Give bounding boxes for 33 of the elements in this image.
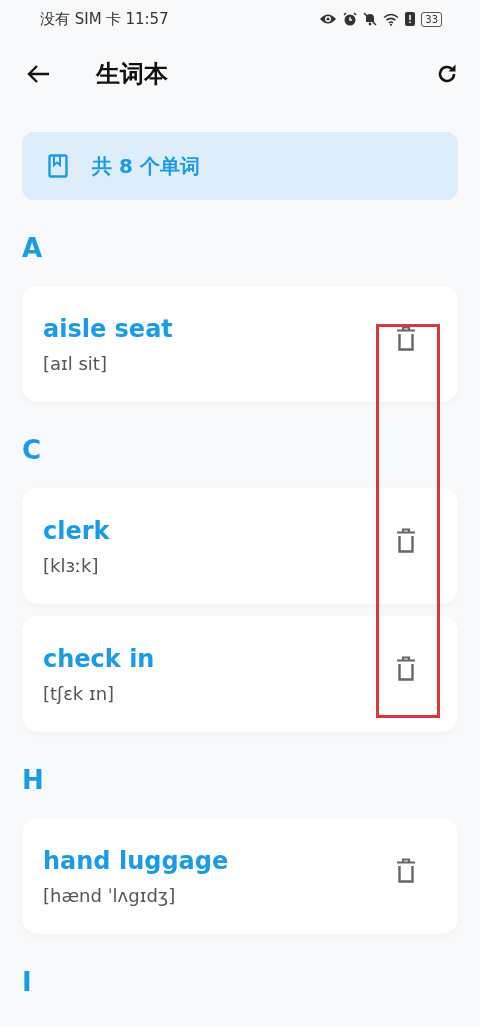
page-title: 生词本	[96, 59, 168, 90]
clock-time: 11:57	[125, 10, 169, 28]
word-text: clerk	[43, 516, 110, 545]
carrier-text: 没有 SIM 卡	[40, 9, 122, 29]
word-text: aisle seat	[43, 314, 173, 343]
word-card[interactable]: aisle seat [aɪl sit]	[22, 286, 458, 402]
back-arrow-icon[interactable]	[26, 64, 50, 84]
book-icon	[48, 154, 68, 178]
alert-icon	[405, 12, 416, 26]
section-letter: C	[22, 434, 43, 467]
phonetic-text: [hænd ˈlʌgɪdʒ]	[43, 884, 177, 906]
word-count-text: 共 8 个单词	[92, 152, 200, 180]
alarm-icon	[343, 12, 358, 26]
word-text: hand luggage	[43, 846, 229, 875]
word-card[interactable]: clerk [klɜːk]	[22, 488, 458, 604]
bell-off-icon	[363, 12, 378, 26]
battery-level-text: 33	[421, 11, 442, 27]
refresh-icon[interactable]	[436, 63, 458, 85]
wifi-icon	[383, 12, 400, 26]
word-card[interactable]: check in [tʃɛk ɪn]	[22, 616, 458, 732]
delete-icon[interactable]	[396, 656, 416, 682]
delete-icon[interactable]	[396, 326, 416, 352]
section-letter: H	[22, 764, 45, 797]
phonetic-text: [klɜːk]	[43, 554, 100, 576]
word-text: check in	[43, 644, 155, 673]
delete-icon[interactable]	[396, 528, 416, 554]
section-letter: A	[22, 232, 44, 265]
word-card[interactable]: hand luggage [hænd ˈlʌgɪdʒ]	[22, 818, 458, 934]
phonetic-text: [aɪl sit]	[43, 352, 108, 374]
eye-icon	[319, 13, 338, 25]
phonetic-text: [tʃɛk ɪn]	[43, 682, 116, 704]
section-letter: I	[22, 966, 33, 999]
delete-icon[interactable]	[396, 858, 416, 884]
